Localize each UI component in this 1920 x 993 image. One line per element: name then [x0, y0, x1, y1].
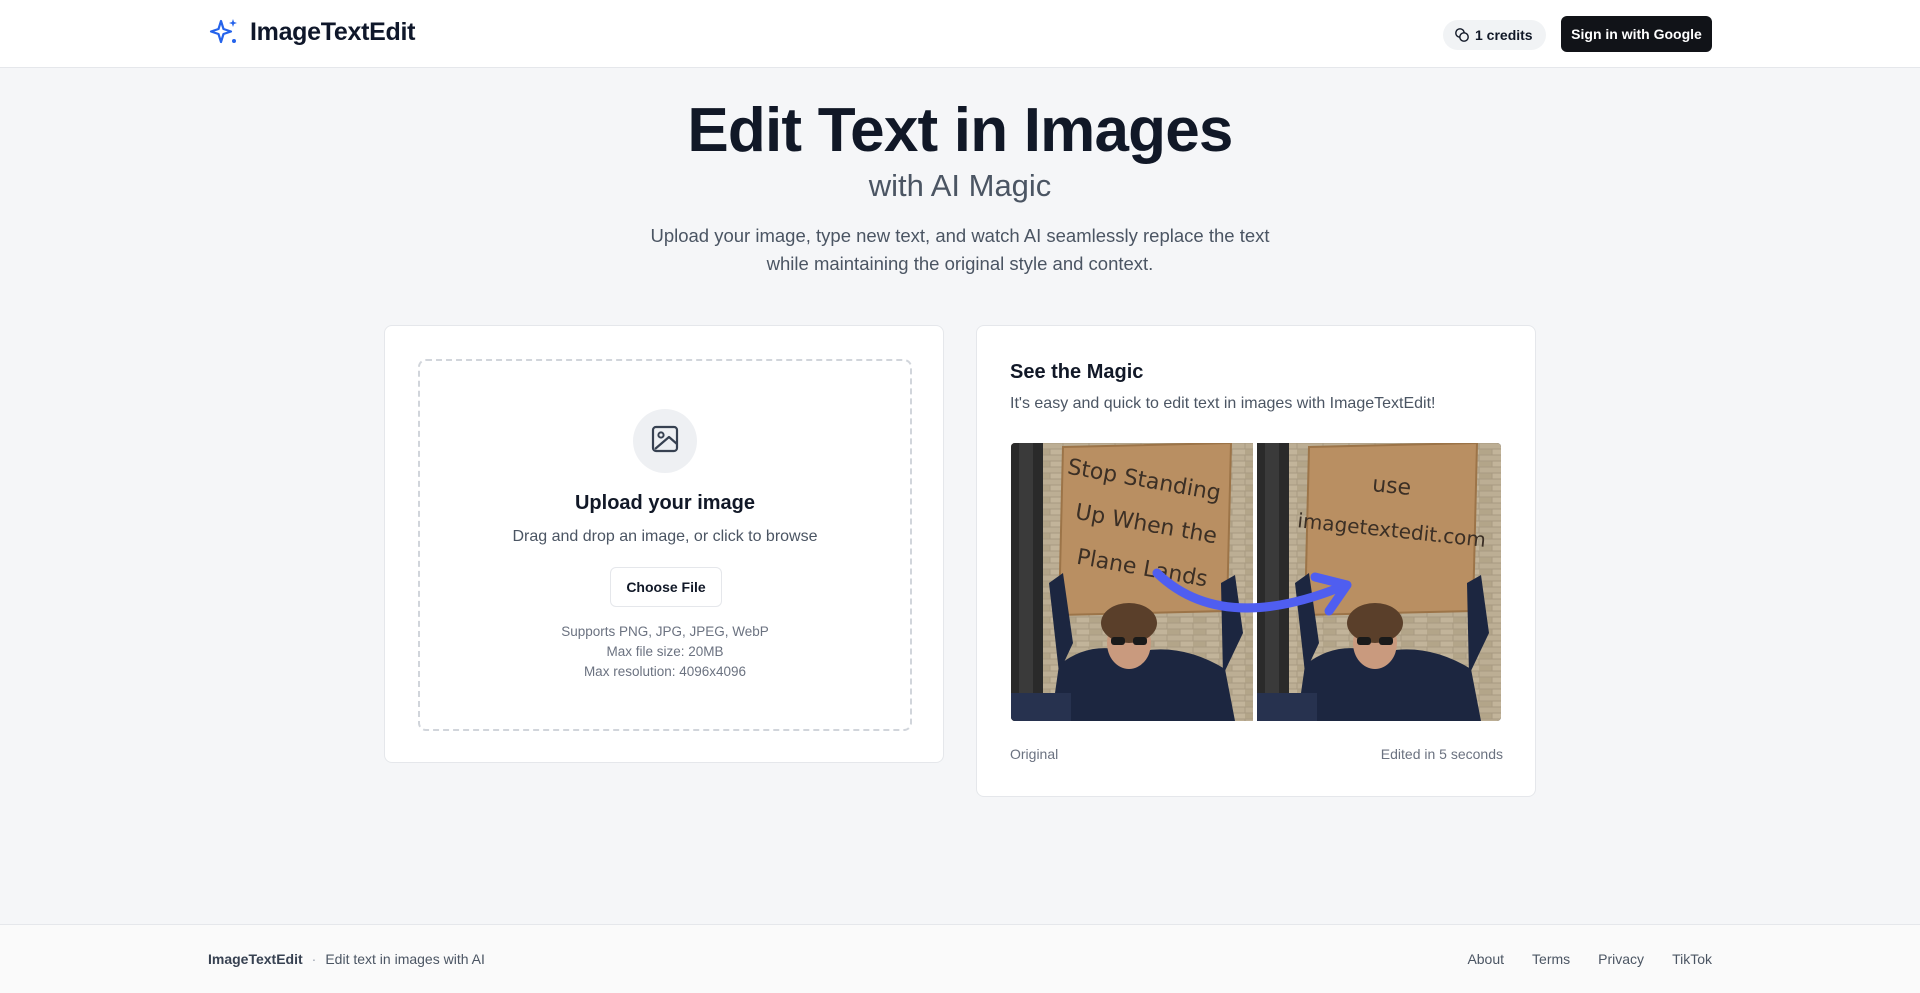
upload-note: Max resolution: 4096x4096 [583, 664, 747, 679]
edited-label: Edited in 5 seconds [1380, 746, 1503, 762]
upload-notes: Supports PNG, JPG, JPEG, WebP Max file s… [420, 622, 910, 682]
magic-description: It's easy and quick to edit text in imag… [1010, 395, 1436, 412]
hero-description-line: Upload your image, type new text, and wa… [650, 225, 1270, 246]
hero-subtitle: with AI Magic [868, 168, 1052, 203]
upload-title: Upload your image [574, 492, 756, 514]
sign-in-google-button[interactable]: Sign in with Google [1561, 16, 1712, 52]
image-icon [650, 424, 680, 459]
footer-link-tiktok[interactable]: TikTok [1672, 951, 1712, 967]
original-label: Original [1010, 746, 1059, 762]
choose-file-button[interactable]: Choose File [610, 567, 722, 607]
footer-tagline: Edit text in images with AI [325, 951, 485, 967]
hero-description-line: while maintaining the original style and… [766, 253, 1154, 274]
footer-separator: · [311, 951, 317, 967]
magic-title: See the Magic [1010, 361, 1144, 383]
footer-brand-area: ImageTextEdit · Edit text in images with… [208, 951, 485, 967]
upload-description: Drag and drop an image, or click to brow… [512, 528, 818, 545]
logo[interactable]: ImageTextEdit [208, 16, 415, 48]
site-footer: ImageTextEdit · Edit text in images with… [0, 924, 1920, 993]
footer-nav: About Terms Privacy TikTok [1467, 951, 1712, 967]
site-header: ImageTextEdit 1 credits Sign in with Goo… [0, 0, 1920, 68]
edited-photo: use imagetextedit.com [1257, 443, 1501, 721]
before-after-image: Stop Standing Up When the Plane Lands us… [1011, 443, 1501, 721]
hero-description: Upload your image, type new text, and wa… [610, 222, 1310, 278]
hero-title: Edit Text in Images [687, 96, 1233, 165]
credits-badge[interactable]: 1 credits [1443, 20, 1546, 50]
original-photo: Stop Standing Up When the Plane Lands [1011, 443, 1253, 721]
footer-link-privacy[interactable]: Privacy [1598, 951, 1644, 967]
magic-card: See the Magic It's easy and quick to edi… [976, 325, 1536, 797]
coins-icon [1454, 27, 1470, 43]
footer-link-terms[interactable]: Terms [1532, 951, 1570, 967]
upload-icon-circle [633, 409, 697, 473]
footer-link-about[interactable]: About [1467, 951, 1504, 967]
footer-brand: ImageTextEdit [208, 951, 303, 967]
upload-dropzone[interactable]: Upload your image Drag and drop an image… [418, 359, 912, 731]
upload-note: Supports PNG, JPG, JPEG, WebP [561, 624, 769, 639]
upload-card: Upload your image Drag and drop an image… [384, 325, 944, 763]
credits-label: 1 credits [1475, 27, 1533, 43]
upload-note: Max file size: 20MB [606, 644, 724, 659]
sparkles-icon [208, 16, 240, 48]
brand-name: ImageTextEdit [250, 17, 416, 46]
sign-text-edited: use [1371, 472, 1412, 501]
